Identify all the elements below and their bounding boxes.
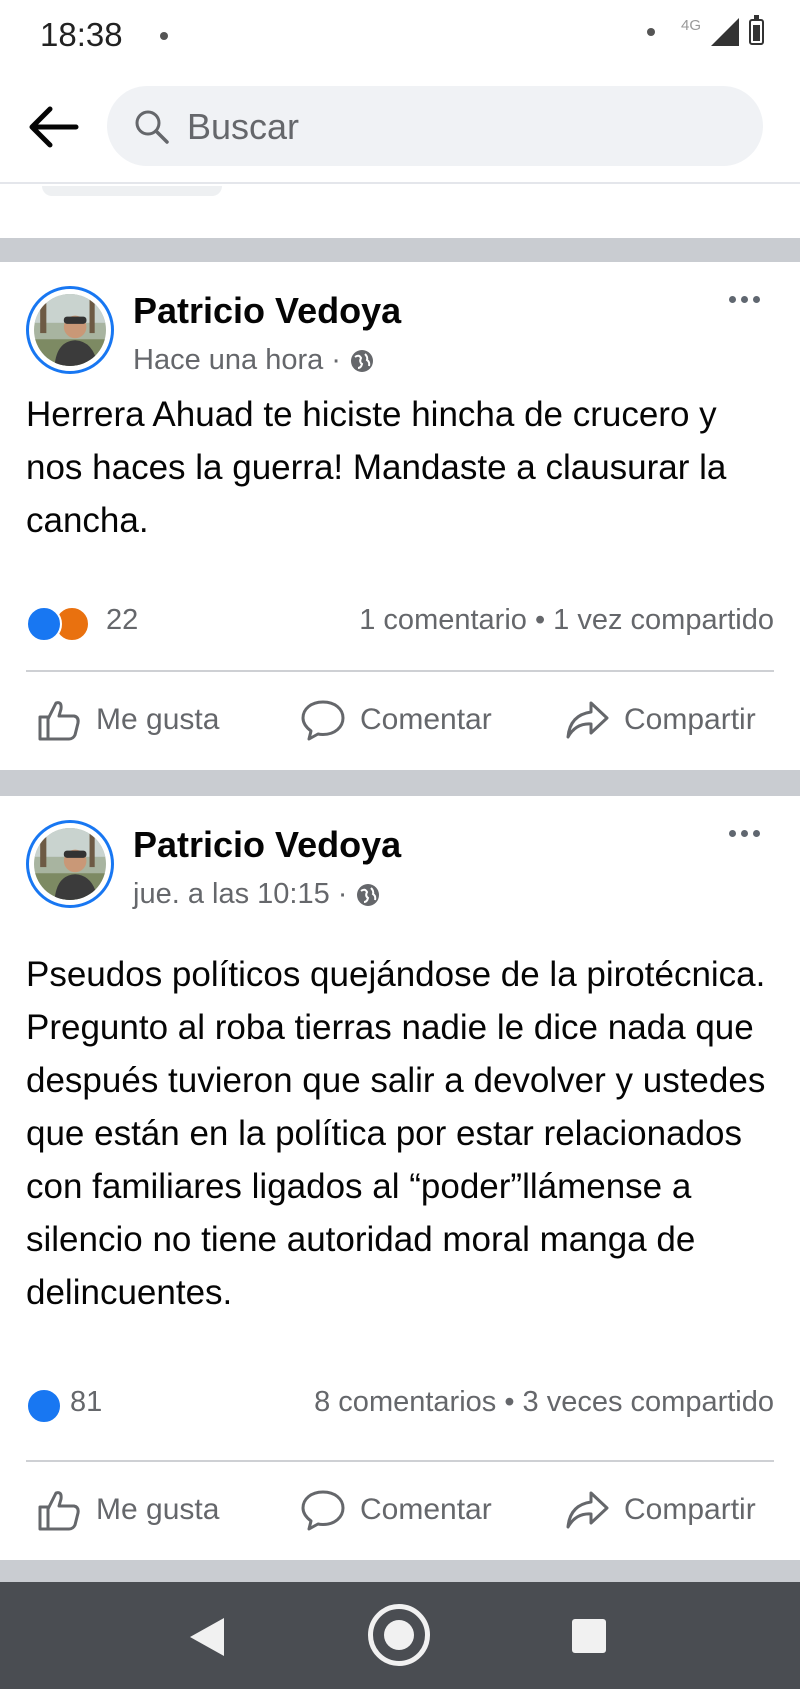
comment-share-stats[interactable]: 8 comentarios • 3 veces compartido (314, 1386, 774, 1419)
more-options-icon[interactable] (729, 296, 760, 303)
top-search-header: Buscar (0, 72, 800, 184)
reaction-icons[interactable] (26, 1388, 62, 1424)
post-actions: Me gusta Comentar Compartir (0, 684, 800, 756)
comment-icon (301, 1490, 345, 1531)
like-button[interactable]: Me gusta (36, 684, 219, 756)
back-arrow-icon[interactable] (26, 104, 80, 150)
comment-button[interactable]: Comentar (300, 1474, 492, 1546)
post-card: Patricio Vedoya Hace una hora · Herrera … (0, 262, 800, 770)
feed-separator (0, 238, 800, 262)
nav-back-icon[interactable] (190, 1618, 224, 1656)
share-label: Compartir (624, 1493, 756, 1526)
search-placeholder: Buscar (187, 106, 300, 147)
nav-home-icon[interactable] (368, 1604, 430, 1666)
like-button[interactable]: Me gusta (36, 1474, 219, 1546)
post-author[interactable]: Patricio Vedoya (133, 290, 401, 332)
post-timestamp[interactable]: jue. a las 10:15 · (133, 878, 347, 911)
post-text: Herrera Ahuad te hiciste hincha de cruce… (26, 395, 727, 540)
avatar[interactable] (26, 820, 114, 908)
reaction-count[interactable]: 81 (70, 1386, 102, 1419)
search-icon (135, 110, 169, 144)
status-time: 18:38 (40, 16, 123, 53)
feed-separator (0, 1560, 800, 1582)
post-counts: 22 1 comentario • 1 vez compartido (26, 604, 774, 644)
post-timestamp[interactable]: Hace una hora · (133, 344, 341, 377)
share-arrow-icon (566, 1491, 609, 1529)
share-label: Compartir (624, 703, 756, 736)
reaction-icons[interactable] (26, 606, 90, 642)
globe-icon (357, 883, 380, 906)
signal-icon (711, 18, 739, 46)
status-indicators: 4G (646, 15, 764, 46)
like-reaction-icon (26, 606, 62, 642)
post-divider (26, 670, 774, 672)
comment-button[interactable]: Comentar (300, 684, 492, 756)
post-card: Patricio Vedoya jue. a las 10:15 · Pseud… (0, 796, 800, 1560)
comment-icon (301, 700, 345, 741)
post-text: Pseudos políticos quejándose de la pirot… (26, 955, 766, 1312)
comment-label: Comentar (360, 703, 492, 736)
battery-icon (749, 15, 764, 45)
system-navigation-bar (0, 1582, 800, 1689)
avatar-photo (34, 294, 106, 366)
post-actions: Me gusta Comentar Compartir (0, 1474, 800, 1546)
like-label: Me gusta (96, 1493, 220, 1526)
post-counts: 81 8 comentarios • 3 veces compartido (26, 1386, 774, 1426)
status-bar: 18:38 4G (0, 0, 800, 72)
avatar-photo (34, 828, 106, 900)
post-meta: jue. a las 10:15 · (133, 878, 381, 911)
thumbs-up-icon (38, 1491, 80, 1531)
network-type-label: 4G (680, 16, 701, 34)
like-reaction-icon (26, 1388, 62, 1424)
previous-content-edge (42, 186, 222, 196)
comment-share-stats[interactable]: 1 comentario • 1 vez compartido (359, 604, 774, 637)
nav-recents-icon[interactable] (572, 1619, 606, 1653)
share-arrow-icon (566, 701, 609, 739)
more-options-icon[interactable] (729, 830, 760, 837)
post-meta: Hace una hora · (133, 344, 375, 377)
comment-label: Comentar (360, 1493, 492, 1526)
post-divider (26, 1460, 774, 1462)
feed-separator (0, 770, 800, 796)
share-button[interactable]: Compartir (564, 1474, 756, 1546)
reaction-count[interactable]: 22 (106, 604, 138, 637)
share-button[interactable]: Compartir (564, 684, 756, 756)
notification-dot-icon (160, 32, 168, 40)
globe-icon (350, 349, 373, 372)
post-author[interactable]: Patricio Vedoya (133, 824, 401, 866)
avatar[interactable] (26, 286, 114, 374)
search-bar[interactable]: Buscar (107, 86, 763, 166)
thumbs-up-icon (38, 701, 80, 741)
like-label: Me gusta (96, 703, 220, 736)
status-dot-icon (646, 28, 655, 36)
